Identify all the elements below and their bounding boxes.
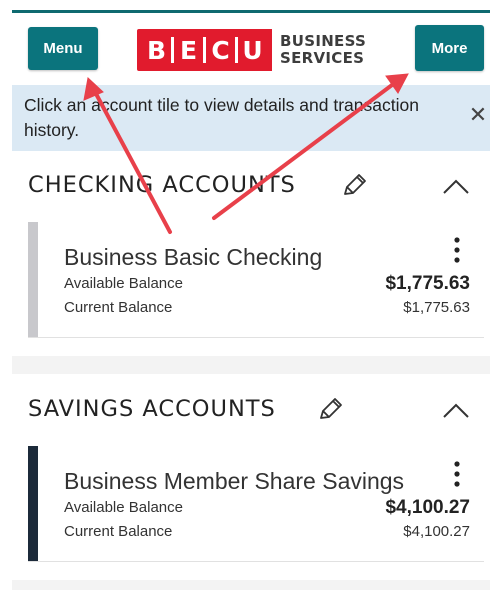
more-button[interactable]: More: [415, 25, 484, 71]
section-divider: [12, 356, 490, 374]
card-accent: [28, 446, 38, 561]
available-balance-label: Available Balance: [64, 275, 183, 292]
logo-letter: C: [211, 35, 230, 65]
logo-mark: B E C U: [137, 29, 272, 71]
kebab-menu-icon[interactable]: [452, 236, 462, 264]
app-header: Menu B E C U BUSINESS SERVICES More: [0, 13, 490, 85]
becu-logo: B E C U BUSINESS SERVICES: [137, 28, 366, 72]
chevron-up-icon[interactable]: [442, 178, 470, 196]
chevron-up-icon[interactable]: [442, 402, 470, 420]
account-tile-checking[interactable]: Business Basic Checking Available Balanc…: [28, 222, 484, 338]
available-balance-value: $4,100.27: [385, 497, 470, 518]
section-divider: [12, 580, 490, 590]
logo-letter: E: [179, 35, 198, 65]
available-balance-value: $1,775.63: [385, 273, 470, 294]
logo-letter: U: [242, 35, 263, 65]
menu-button[interactable]: Menu: [28, 27, 98, 70]
card-accent: [28, 222, 38, 337]
info-banner: Click an account tile to view details an…: [12, 85, 490, 151]
current-balance-label: Current Balance: [64, 523, 173, 540]
savings-section-header: SAVINGS ACCOUNTS: [28, 390, 478, 430]
section-title: CHECKING ACCOUNTS: [28, 172, 296, 198]
logo-letter: B: [146, 35, 167, 65]
current-balance-value: $4,100.27: [403, 523, 470, 540]
pencil-icon[interactable]: [340, 172, 368, 200]
kebab-menu-icon[interactable]: [452, 460, 462, 488]
banner-text: Click an account tile to view details an…: [24, 95, 419, 140]
checking-section-header: CHECKING ACCOUNTS: [28, 166, 478, 206]
account-name: Business Member Share Savings: [64, 468, 405, 494]
account-name: Business Basic Checking: [64, 244, 323, 270]
pencil-icon[interactable]: [316, 396, 344, 424]
account-tile-savings[interactable]: Business Member Share Savings Available …: [28, 446, 484, 562]
close-icon[interactable]: ✕: [468, 102, 488, 127]
section-title: SAVINGS ACCOUNTS: [28, 396, 276, 422]
current-balance-value: $1,775.63: [403, 299, 470, 316]
current-balance-label: Current Balance: [64, 299, 173, 316]
logo-subtitle: BUSINESS SERVICES: [280, 32, 367, 67]
available-balance-label: Available Balance: [64, 499, 183, 516]
